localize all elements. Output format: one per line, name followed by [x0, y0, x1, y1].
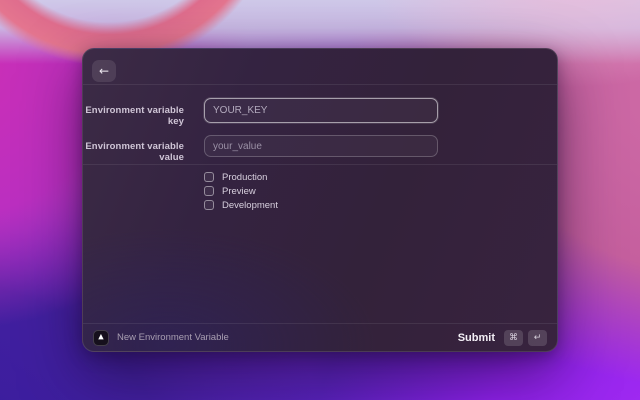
development-checkbox-label: Development [222, 199, 278, 211]
checkbox-row-production[interactable]: Production [204, 170, 267, 184]
return-key-icon: ↵ [528, 329, 547, 346]
production-checkbox-label: Production [222, 171, 268, 183]
checkbox-row-development[interactable]: Development [204, 198, 278, 212]
command-title: New Environment Variable [117, 332, 229, 343]
footer-bar: ▲ New Environment Variable Submit ⌘ ↵ [83, 323, 557, 351]
header-divider [83, 84, 557, 85]
preview-checkbox[interactable] [204, 186, 214, 196]
env-key-input[interactable] [204, 98, 438, 123]
vercel-triangle-glyph: ▲ [98, 332, 104, 341]
checkbox-row-preview[interactable]: Preview [204, 184, 256, 198]
back-button[interactable]: ← [92, 60, 116, 82]
development-checkbox[interactable] [204, 200, 214, 210]
raycast-window: ← Environment variable key Environment v… [82, 48, 558, 352]
submit-button[interactable]: Submit [458, 332, 495, 344]
env-value-label: Environment variable value [85, 141, 184, 163]
back-arrow-icon: ← [98, 64, 110, 78]
preview-checkbox-label: Preview [222, 185, 256, 197]
production-checkbox[interactable] [204, 172, 214, 182]
command-key-icon: ⌘ [504, 329, 523, 346]
env-value-input[interactable] [204, 135, 438, 157]
form-divider [83, 164, 557, 165]
vercel-icon: ▲ [93, 329, 109, 346]
env-key-label: Environment variable key [85, 105, 184, 127]
